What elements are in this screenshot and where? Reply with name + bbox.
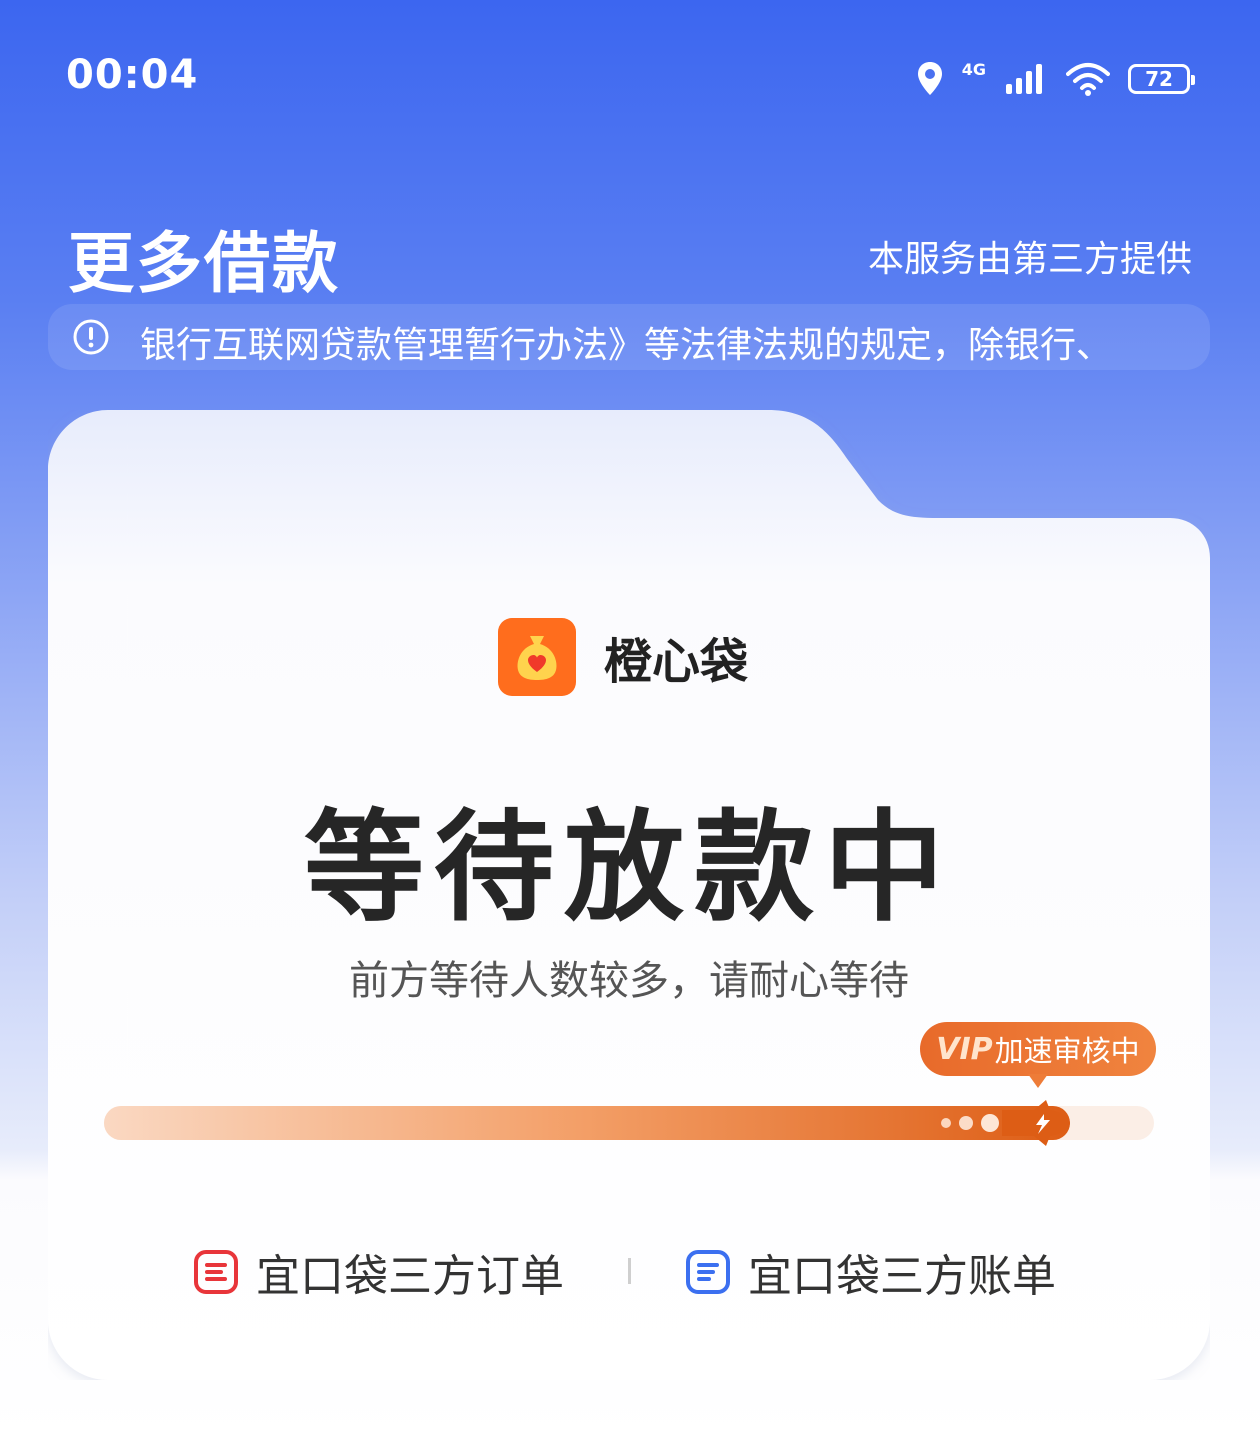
order-link[interactable]: 宜口袋三方订单 (192, 1240, 564, 1304)
info-circle-icon (73, 319, 109, 355)
brand-name: 橙心袋 (604, 634, 749, 690)
order-links: 宜口袋三方订单 宜口袋三方账单 (48, 1240, 1210, 1302)
status-icons: 4G 72 (916, 54, 1195, 104)
network-type-label: 4G (961, 59, 986, 79)
links-divider (628, 1258, 631, 1284)
money-bag-heart-icon (498, 618, 576, 696)
wifi-icon (1066, 63, 1110, 96)
rocket-icon (941, 1100, 1070, 1146)
loan-status-subtitle: 前方等待人数较多，请耐心等待 (349, 958, 909, 1004)
brand: 橙心袋 (498, 618, 748, 696)
bill-link[interactable]: 宜口袋三方账单 (684, 1240, 1056, 1304)
signal-icon (1006, 64, 1042, 94)
notice-text: 银行互联网贷款管理暂行办法》等法律法规的规定，除银行、 (140, 325, 1113, 366)
order-link-label: 宜口袋三方订单 (256, 1251, 564, 1302)
vip-tag: VIP (936, 1031, 993, 1067)
notice-bar[interactable]: 银行互联网贷款管理暂行办法》等法律法规的规定，除银行、 (48, 304, 1210, 370)
progress-fill (104, 1106, 1070, 1140)
page-title: 更多借款 (68, 225, 340, 302)
order-doc-icon (194, 1250, 238, 1294)
bill-link-label: 宜口袋三方账单 (748, 1251, 1056, 1302)
loan-status-title: 等待放款中 (304, 799, 954, 938)
status-bar: 00:04 4G 72 (0, 0, 1260, 150)
loan-status-card: 橙心袋 等待放款中 前方等待人数较多，请耐心等待 VIP 加速审核中 宜口袋三方… (48, 410, 1210, 1380)
vip-badge-text: 加速审核中 (994, 1034, 1140, 1068)
third-party-note: 本服务由第三方提供 (867, 239, 1192, 280)
battery-icon: 72 (1128, 64, 1195, 94)
status-time: 00:04 (66, 52, 199, 98)
bill-doc-icon (686, 1250, 730, 1294)
location-icon (917, 62, 942, 95)
progress-track (104, 1100, 1154, 1146)
battery-level: 72 (1145, 67, 1173, 91)
vip-review-badge: VIP 加速审核中 (920, 1022, 1156, 1088)
